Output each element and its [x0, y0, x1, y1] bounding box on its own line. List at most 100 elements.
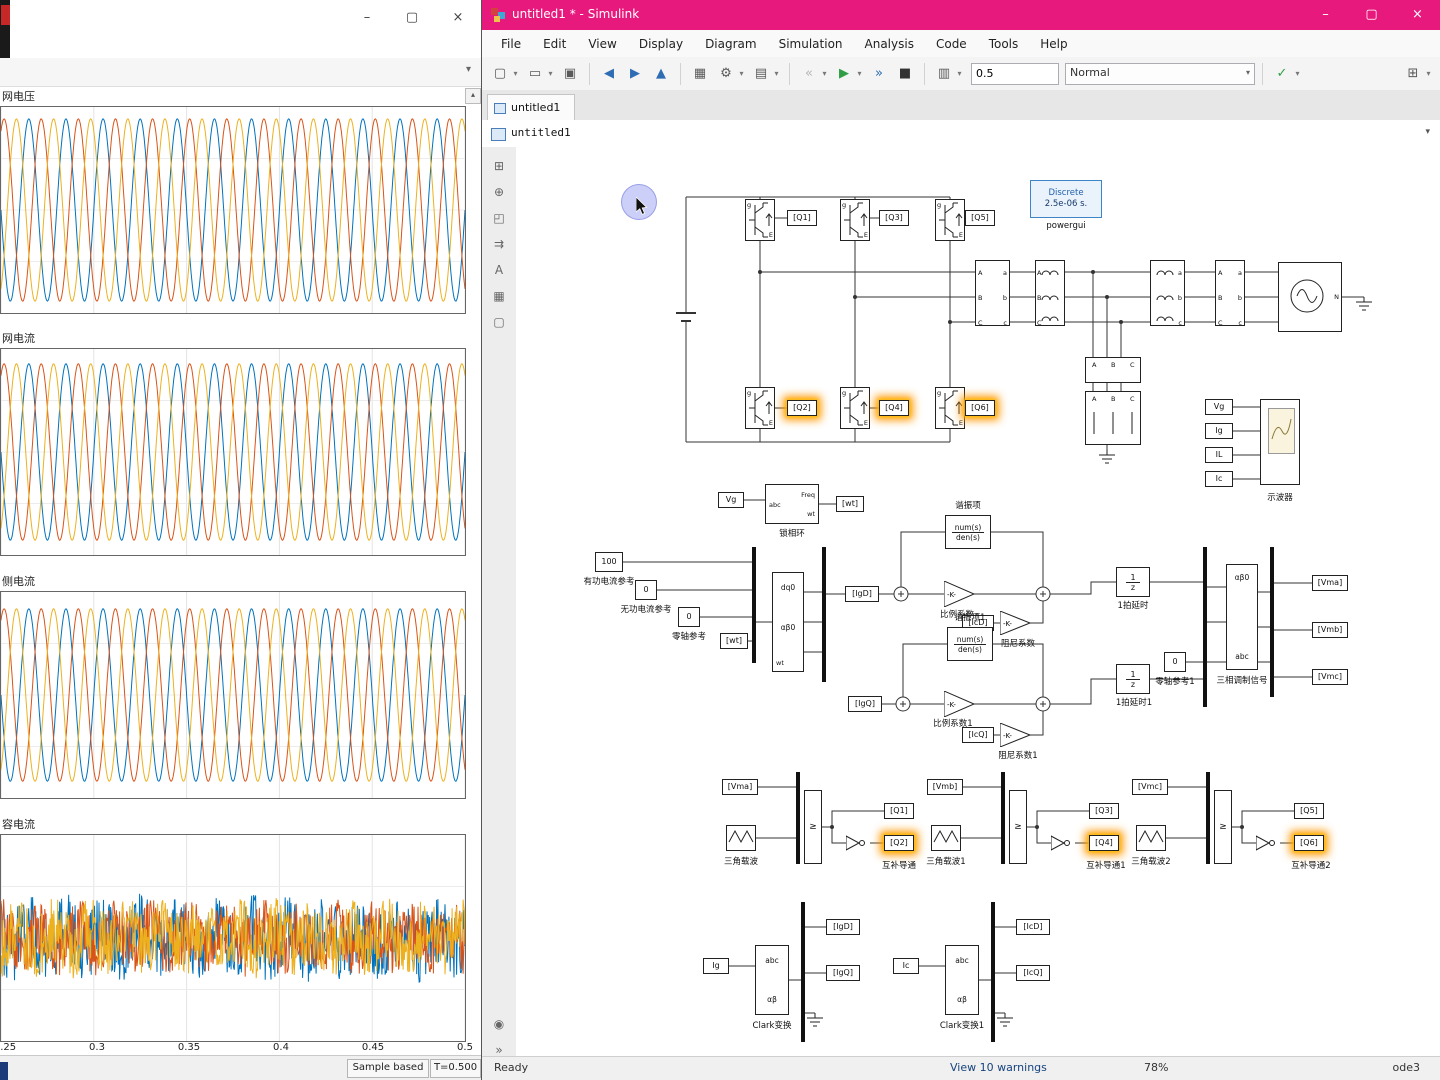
fit-to-view-icon[interactable]: ◰	[484, 205, 514, 231]
demux-bar[interactable]	[801, 902, 805, 1042]
new-model-caret-icon[interactable]: ▾	[510, 62, 521, 86]
resonant-block[interactable]: num(s) den(s)	[945, 515, 991, 549]
demux-bar[interactable]	[1270, 547, 1274, 697]
step-back-caret-icon[interactable]: ▾	[819, 62, 830, 86]
clark-transform-block[interactable]: abc αβ	[755, 945, 789, 1015]
library-browser-icon[interactable]: ⊞	[484, 153, 514, 179]
demux-bar[interactable]	[991, 902, 995, 1042]
close-button[interactable]: ×	[440, 4, 476, 32]
goto-tag-q3[interactable]: [Q3]	[1089, 803, 1119, 819]
tab-untitled1[interactable]: untitled1	[487, 94, 576, 121]
constant-active-ref[interactable]: 100	[595, 552, 623, 572]
igbt-block[interactable]: g E	[840, 199, 870, 241]
igbt-block[interactable]: g E	[935, 387, 965, 429]
build-caret-icon[interactable]: ▾	[1423, 62, 1434, 86]
goto-tag-icd[interactable]: [IcD]	[1016, 919, 1050, 935]
goto-tag-q3[interactable]: [Q3]	[879, 210, 909, 226]
chevron-down-icon[interactable]: ▾	[466, 64, 471, 75]
constant-reactive-ref[interactable]: 0	[635, 580, 657, 600]
menu-edit[interactable]: Edit	[532, 37, 577, 51]
from-tag-igq[interactable]: [IgQ]	[848, 696, 882, 712]
save-button[interactable]: ▣	[558, 62, 582, 86]
close-button[interactable]: ×	[1395, 0, 1440, 30]
carrier-block[interactable]	[726, 825, 756, 851]
not-gate-icon[interactable]	[1256, 835, 1280, 851]
minimize-button[interactable]: –	[1303, 0, 1348, 30]
step-back-button[interactable]: «	[797, 62, 821, 86]
status-warnings-link[interactable]: View 10 warnings	[950, 1061, 1047, 1074]
goto-tag-igq[interactable]: [IgQ]	[826, 965, 860, 981]
maximize-button[interactable]: ▢	[394, 4, 430, 32]
forward-button[interactable]: ▶	[623, 62, 647, 86]
open-caret-icon[interactable]: ▾	[545, 62, 556, 86]
model-settings-button[interactable]: ⚙	[714, 62, 738, 86]
update-model-button[interactable]: ✓	[1270, 62, 1294, 86]
library-browser-button[interactable]: ▦	[688, 62, 712, 86]
model-canvas[interactable]: Discrete 2.5e-06 s. powergui g E g E g E	[516, 147, 1440, 1057]
menu-file[interactable]: File	[490, 37, 532, 51]
pll-block[interactable]: abc Freq wt	[765, 484, 819, 524]
data-inspector-button[interactable]: ▥	[932, 62, 956, 86]
up-to-parent-button[interactable]: ▲	[649, 62, 673, 86]
carrier-block[interactable]	[931, 825, 961, 851]
from-tag-ic[interactable]: Ic	[893, 958, 919, 974]
goto-tag-vmb[interactable]: [Vmb]	[1312, 622, 1348, 638]
explorer-caret-icon[interactable]: ▾	[771, 62, 782, 86]
igbt-block[interactable]: g E	[745, 387, 775, 429]
breadcrumb-item[interactable]: untitled1	[511, 126, 571, 139]
sim-mode-select[interactable]: Normal ▾	[1065, 62, 1255, 85]
unit-delay-block-1[interactable]: 1z	[1116, 664, 1150, 694]
ab0-to-abc-block[interactable]: αβ0 abc	[1226, 564, 1258, 670]
from-tag-vmc[interactable]: [Vmc]	[1132, 779, 1168, 795]
chevron-down-icon[interactable]: ▾	[1425, 127, 1430, 137]
mux-bar[interactable]	[1001, 772, 1005, 864]
menu-analysis[interactable]: Analysis	[854, 37, 925, 51]
relational-operator-block[interactable]: ≥	[804, 790, 822, 864]
gain-block-kp[interactable]: -K-	[944, 581, 976, 607]
menu-display[interactable]: Display	[628, 37, 694, 51]
constant-zero-ref-1[interactable]: 0	[1164, 652, 1186, 672]
goto-tag-q2[interactable]: [Q2]	[787, 400, 817, 416]
gain-block-kd[interactable]: -K-	[1000, 611, 1032, 635]
zoom-icon[interactable]: ⊕	[484, 179, 514, 205]
carrier-block[interactable]	[1136, 825, 1166, 851]
data-inspector-caret-icon[interactable]: ▾	[954, 62, 965, 86]
sim-stop-time-input[interactable]	[971, 62, 1059, 85]
mux-bar[interactable]	[1206, 772, 1210, 864]
scope-block[interactable]	[1260, 399, 1300, 485]
three-phase-source-block[interactable]: N	[1278, 262, 1342, 332]
three-phase-inductor-block[interactable]: A B C	[1035, 260, 1065, 327]
status-solver[interactable]: ode3	[1393, 1061, 1420, 1074]
mux-bar[interactable]	[796, 772, 800, 864]
from-tag-wt[interactable]: [wt]	[720, 633, 748, 649]
goto-tag-vma[interactable]: [Vma]	[1312, 575, 1348, 591]
menu-tools[interactable]: Tools	[978, 37, 1030, 51]
from-tag-vg[interactable]: Vg	[718, 492, 744, 508]
from-tag-ig[interactable]: Ig	[703, 958, 729, 974]
igbt-block[interactable]: g E	[935, 199, 965, 241]
three-phase-filter-block[interactable]: A B C	[1085, 391, 1141, 445]
unit-delay-block[interactable]: 1z	[1116, 567, 1150, 597]
demux-bar[interactable]	[822, 547, 826, 682]
maximize-button[interactable]: ▢	[1349, 0, 1394, 30]
menu-simulation[interactable]: Simulation	[768, 37, 854, 51]
new-model-button[interactable]: ▢	[488, 62, 512, 86]
relational-operator-block[interactable]: ≥	[1214, 790, 1232, 864]
build-button[interactable]: ⊞	[1401, 62, 1425, 86]
dq0-transform-block[interactable]: dq0 αβ0 wt	[772, 572, 804, 672]
gain-block-kp1[interactable]: -K-	[944, 691, 976, 717]
goto-tag-q5[interactable]: [Q5]	[1294, 803, 1324, 819]
goto-tag-icq[interactable]: [IcQ]	[1016, 965, 1050, 981]
annotation-icon[interactable]: A	[484, 257, 514, 283]
three-phase-measurement-block[interactable]: A B C a b c	[1215, 260, 1245, 327]
from-tag-il[interactable]: IL	[1205, 447, 1233, 463]
powergui-block[interactable]: Discrete 2.5e-06 s.	[1030, 180, 1102, 218]
minimize-button[interactable]: –	[349, 4, 385, 32]
not-gate-icon[interactable]	[1051, 835, 1075, 851]
goto-tag-q2[interactable]: [Q2]	[884, 835, 914, 851]
step-forward-button[interactable]: »	[867, 62, 891, 86]
run-caret-icon[interactable]: ▾	[854, 62, 865, 86]
goto-tag-wt[interactable]: [wt]	[836, 496, 864, 512]
from-tag-vg[interactable]: Vg	[1205, 399, 1233, 415]
model-explorer-button[interactable]: ▤	[749, 62, 773, 86]
